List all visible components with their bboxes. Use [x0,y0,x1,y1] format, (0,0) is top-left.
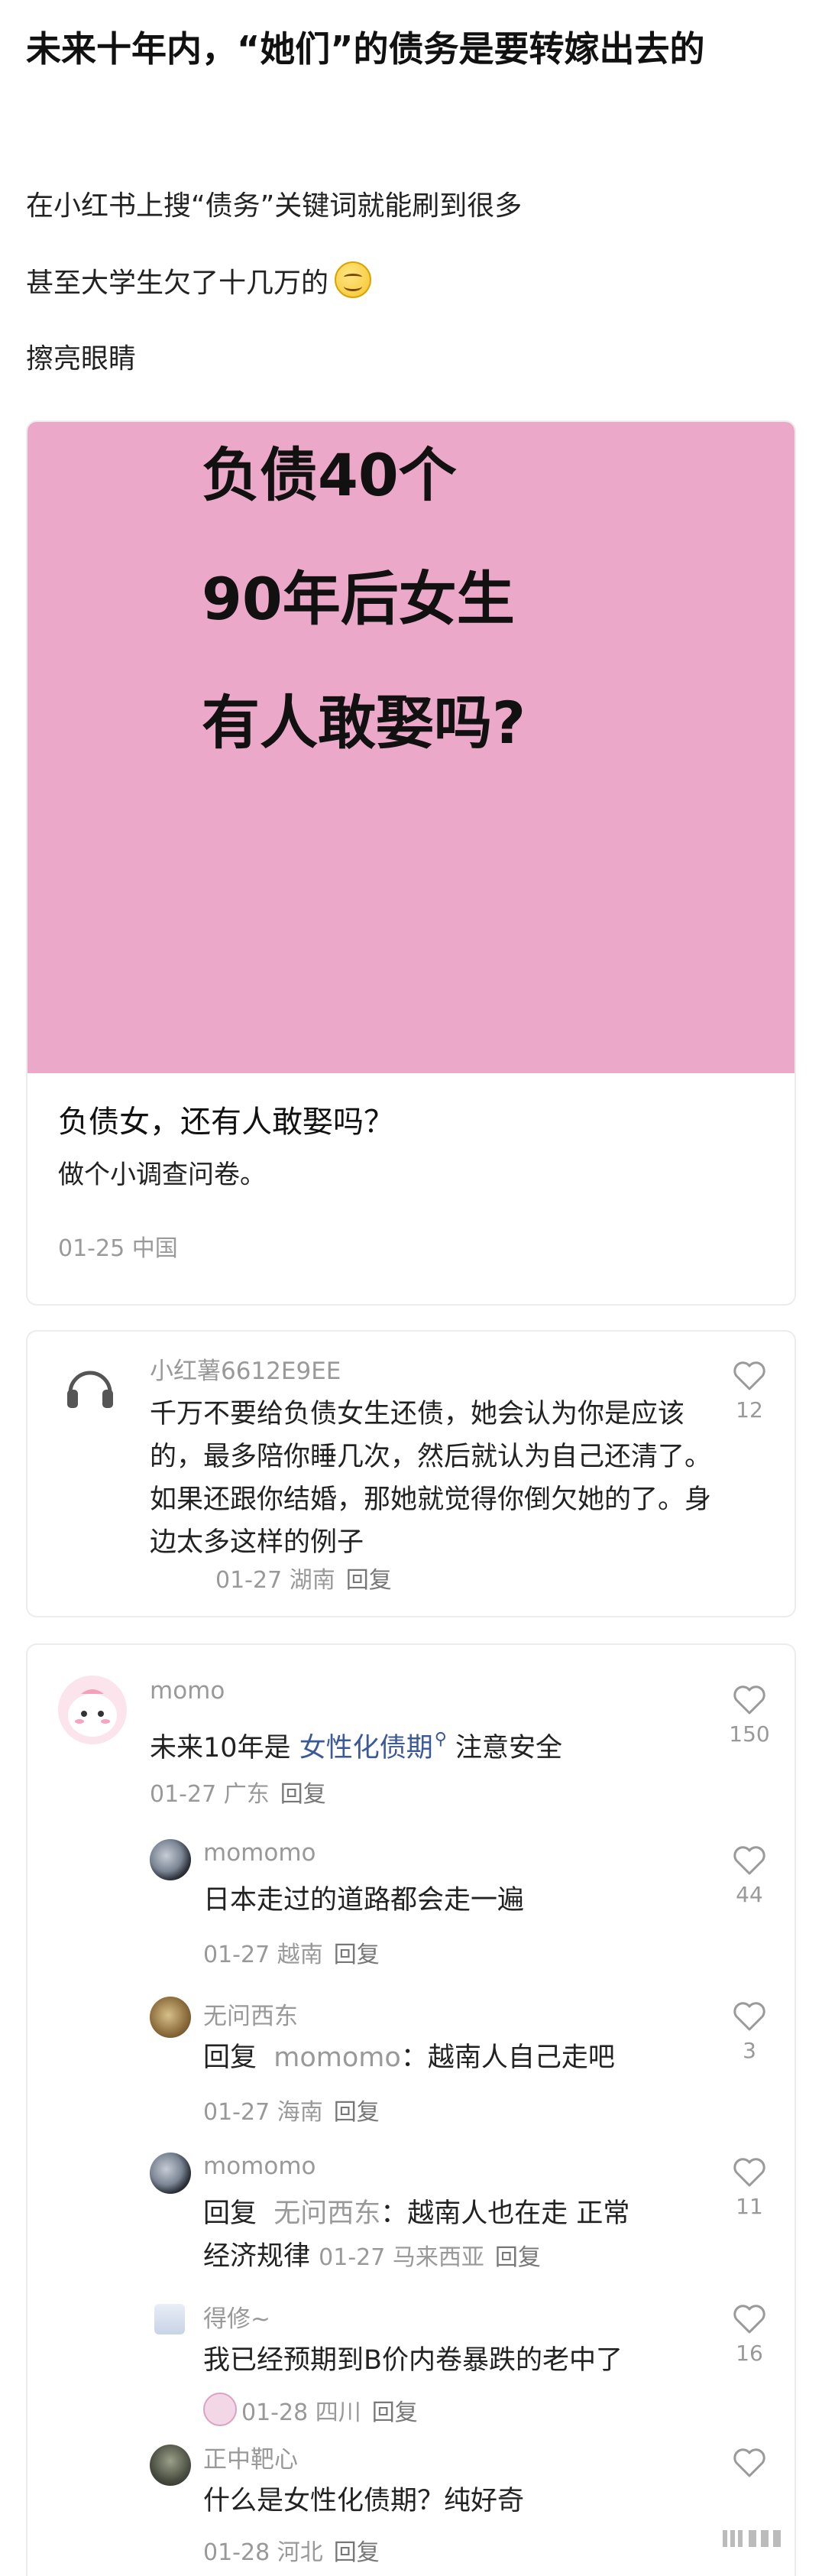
reply-button[interactable]: 回复 [334,2099,380,2126]
coin-avatar-icon[interactable] [150,1997,191,2038]
reply-author-name[interactable]: momomo [203,2153,316,2180]
comment-text-part: 注意安全 [455,1733,562,1763]
reply-author-name[interactable]: 正中靶心 [203,2440,298,2474]
card-meta: 01-25 中国 [58,1235,178,1262]
comment-text: 千万不要给负债女生还债，她会认为你是应该的，最多陪你睡几次，然后就认为自己还清了… [150,1399,712,1558]
moon-avatar-icon[interactable] [150,1839,191,1880]
reply-meta: 01-27 海南 回复 [203,2093,380,2127]
card-title: 负债女，还有人敢娶吗？ [58,1105,394,1140]
reply-meta: 01-28 河北 回复 [203,2533,380,2567]
reply-meta: 01-27 马来西亚 回复 [319,2244,541,2271]
reply-text: 回复 momomo：越南人自己走吧 [203,2036,707,2079]
commenter-name[interactable]: 小红薯6612E9EE [150,1351,341,1386]
comment-text-part: 未来10年是 [150,1733,291,1763]
keyword-link[interactable]: 女性化债期 [299,1733,433,1763]
drum-avatar-icon[interactable] [154,2304,185,2334]
reply-meta-text: 01-27 越南 [203,1942,323,1968]
card-image-line-1: 负债40个 [202,441,457,509]
reply-author-name[interactable]: momomo [203,1839,316,1867]
card-image-line-3: 有人敢娶吗? [202,689,526,757]
commenter-name[interactable]: momo [150,1677,225,1705]
post-line-1: 在小红书上搜“债务”关键词就能刷到很多 [26,190,523,222]
moon-avatar-icon[interactable] [150,2153,191,2194]
heart-icon [733,1846,765,1875]
reply-meta: 01-27 越南 回复 [203,1935,380,1969]
comment-meta-text: 01-27 湖南 [215,1567,335,1594]
like-button[interactable]: 16 [719,2304,780,2366]
reply-button[interactable]: 回复 [334,2539,380,2566]
post-line-2-text: 甚至大学生欠了十几万的 [26,268,329,299]
smile-emoji-icon [335,261,372,298]
card-subtitle: 做个小调查问卷。 [58,1160,266,1190]
reply-meta: 01-28 四川 回复 [203,2393,418,2427]
like-count: 3 [743,2038,756,2063]
like-count: 150 [729,1721,770,1747]
comment-meta: 01-27 湖南 回复 [215,1561,392,1595]
like-button[interactable]: 44 [719,1845,780,1907]
search-icon: ⚲ [434,1730,447,1749]
reply-meta-text: 01-28 河北 [203,2539,323,2566]
reply-button[interactable]: 回复 [346,1567,392,1594]
like-button[interactable]: 3 [719,2001,780,2063]
reply-meta-text: 01-28 四川 [241,2399,361,2426]
reply-button[interactable]: 回复 [372,2399,418,2426]
reply-prefix: 回复 [203,2198,257,2229]
reply-author-name[interactable]: 无问西东 [203,1997,298,2031]
post-line-2: 甚至大学生欠了十几万的 [26,261,372,302]
reply-text: 什么是女性化债期？纯好奇 [203,2486,525,2516]
like-button[interactable]: 150 [719,1685,780,1747]
comment-thread-card: momo 未来10年是 女性化债期⚲ 注意安全 01-27 广东 回复 150 m… [26,1643,796,2576]
headphones-avatar-icon[interactable] [61,1359,119,1417]
pink-blob-avatar-icon[interactable] [58,1676,127,1744]
post-line-3: 擦亮眼睛 [26,343,137,375]
heart-icon [733,2448,765,2477]
reply-meta-text: 01-27 海南 [203,2099,323,2126]
reply-body: ：越南人也在走 正常 [380,2198,630,2229]
reply-target-name[interactable]: momomo [273,2042,401,2073]
like-count: 11 [736,2194,763,2219]
photo-avatar-icon[interactable] [150,2445,191,2486]
heart-icon [733,2002,765,2031]
heart-icon [733,2158,765,2187]
like-button[interactable]: 12 [719,1361,780,1423]
watermark-icon [723,2530,781,2547]
card-image-line-2: 90年后女生 [202,565,515,633]
reply-text: 日本走过的道路都会走一遍 [203,1885,525,1916]
reply-button[interactable]: 回复 [495,2244,541,2271]
reply-prefix: 回复 [203,2042,257,2073]
reply-body: 经济规律 [203,2241,311,2272]
reply-button[interactable]: 回复 [280,1781,326,1808]
post-title: 未来十年内，“她们”的债务是要转嫁出去的 [26,28,705,70]
heart-icon [733,1685,765,1715]
heart-icon [733,1361,765,1390]
like-button[interactable]: 11 [719,2157,780,2219]
reply-target-name[interactable]: 无问西东 [273,2198,380,2229]
comment-meta: 01-27 广东 回复 [150,1775,326,1809]
reply-body: ：越南人自己走吧 [400,2042,615,2073]
reply-text: 我已经预期到B价内卷暴跌的老中了 [203,2345,623,2376]
heart-icon [733,2305,765,2334]
sticker-emoji-icon [203,2393,237,2426]
like-count: 12 [736,1397,763,1423]
like-count: 16 [736,2341,763,2366]
reply-author-name[interactable]: 得修~ [203,2299,270,2334]
like-count: 44 [736,1882,763,1907]
comment-meta-text: 01-27 广东 [150,1781,270,1808]
reply-button[interactable]: 回复 [334,1942,380,1968]
reply-text: 回复 无问西东：越南人也在走 正常 经济规律 01-27 马来西亚 回复 [203,2192,707,2279]
comment-card-1: 小红薯6612E9EE 千万不要给负债女生还债，她会认为你是应该的，最多陪你睡几… [26,1330,796,1617]
comment-text: 未来10年是 女性化债期⚲ 注意安全 [150,1718,700,1770]
reply-meta-text: 01-27 马来西亚 [319,2244,484,2271]
like-button[interactable] [719,2448,780,2478]
card-image: 负债40个 90年后女生 有人敢娶吗? [28,422,794,1073]
shared-post-card[interactable]: 负债40个 90年后女生 有人敢娶吗? 负债女，还有人敢娶吗？ 做个小调查问卷。… [26,420,796,1306]
